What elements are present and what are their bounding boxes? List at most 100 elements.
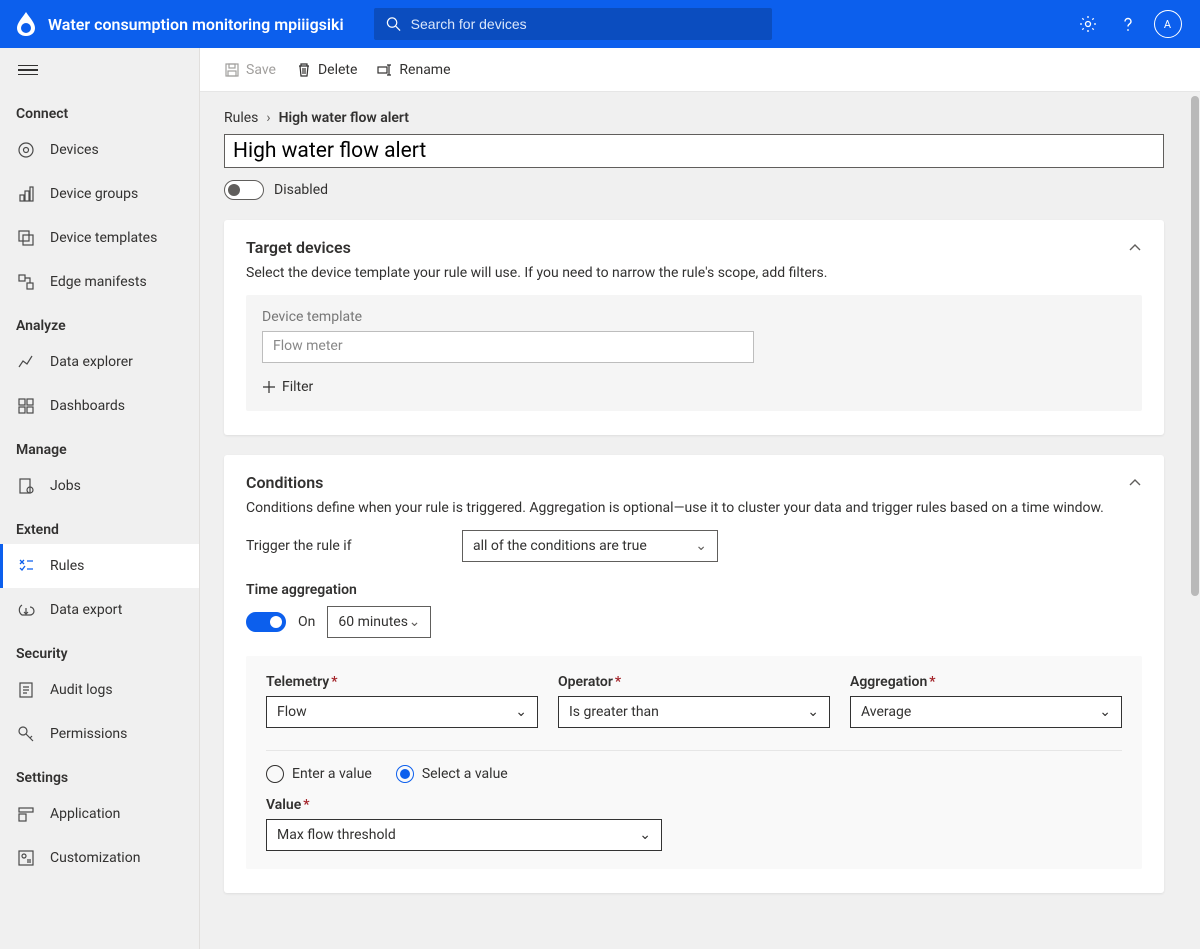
value-select[interactable]: Max flow threshold ⌄ xyxy=(266,819,662,851)
chevron-right-icon: › xyxy=(266,110,270,126)
trigger-mode-select[interactable]: all of the conditions are true ⌄ xyxy=(462,530,718,562)
dashboards-icon xyxy=(16,396,36,416)
application-icon xyxy=(16,804,36,824)
card-title: Target devices xyxy=(246,238,351,257)
sidebar-item-devices[interactable]: Devices xyxy=(0,128,199,172)
cmd-label: Delete xyxy=(318,62,357,78)
value-label: Value xyxy=(266,797,301,813)
rule-name-input[interactable] xyxy=(224,134,1164,168)
nav-section-security: Security xyxy=(0,632,199,668)
aggregation-select[interactable]: Average ⌄ xyxy=(850,696,1122,728)
sidebar-item-device-templates[interactable]: Device templates xyxy=(0,216,199,260)
nav-label: Edge manifests xyxy=(50,274,147,290)
sidebar-item-data-explorer[interactable]: Data explorer xyxy=(0,340,199,384)
customization-icon xyxy=(16,848,36,868)
nav-section-manage: Manage xyxy=(0,428,199,464)
chevron-down-icon: ⌄ xyxy=(695,538,707,554)
sidebar-item-customization[interactable]: Customization xyxy=(0,836,199,880)
data-export-icon xyxy=(16,600,36,620)
add-filter-button[interactable]: Filter xyxy=(262,379,1126,395)
select-value: Average xyxy=(861,704,911,720)
delete-icon xyxy=(296,62,312,78)
sidebar-item-application[interactable]: Application xyxy=(0,792,199,836)
enter-value-radio[interactable]: Enter a value xyxy=(266,765,372,783)
rename-button[interactable]: Rename xyxy=(377,62,450,78)
select-value: 60 minutes xyxy=(338,614,408,630)
audit-logs-icon xyxy=(16,680,36,700)
jobs-icon xyxy=(16,476,36,496)
operator-select[interactable]: Is greater than ⌄ xyxy=(558,696,830,728)
time-aggregation-toggle[interactable] xyxy=(246,612,286,632)
sidebar-item-audit-logs[interactable]: Audit logs xyxy=(0,668,199,712)
nav-label: Permissions xyxy=(50,726,127,742)
account-button[interactable]: A xyxy=(1148,0,1188,48)
sidebar-item-rules[interactable]: Rules xyxy=(0,544,199,588)
chevron-down-icon: ⌄ xyxy=(639,827,651,843)
device-template-select[interactable]: Flow meter xyxy=(262,331,754,363)
sidebar-item-edge-manifests[interactable]: Edge manifests xyxy=(0,260,199,304)
sidebar-item-dashboards[interactable]: Dashboards xyxy=(0,384,199,428)
search-icon xyxy=(386,16,401,32)
chevron-down-icon: ⌄ xyxy=(1099,704,1111,720)
conditions-card: Conditions Conditions define when your r… xyxy=(224,455,1164,893)
cmd-label: Save xyxy=(246,62,276,78)
nav-section-settings: Settings xyxy=(0,756,199,792)
select-value: Max flow threshold xyxy=(277,827,396,843)
permissions-icon xyxy=(16,724,36,744)
radio-icon xyxy=(266,765,284,783)
devices-icon xyxy=(16,140,36,160)
app-logo-icon xyxy=(12,10,40,38)
delete-button[interactable]: Delete xyxy=(296,62,357,78)
nav-label: Jobs xyxy=(50,478,81,494)
edge-manifests-icon xyxy=(16,272,36,292)
data-explorer-icon xyxy=(16,352,36,372)
filter-btn-label: Filter xyxy=(282,379,313,395)
scrollbar[interactable] xyxy=(1190,48,1200,949)
enabled-toggle-label: Disabled xyxy=(274,182,328,198)
device-template-label: Device template xyxy=(262,309,1126,325)
nav-label: Rules xyxy=(50,558,84,574)
settings-button[interactable] xyxy=(1068,0,1108,48)
telemetry-label: Telemetry xyxy=(266,674,329,690)
rules-icon xyxy=(16,556,36,576)
select-value-radio[interactable]: Select a value xyxy=(396,765,508,783)
chevron-up-icon[interactable] xyxy=(1128,476,1142,490)
radio-label: Enter a value xyxy=(292,766,372,782)
nav-label: Customization xyxy=(50,850,140,866)
plus-icon xyxy=(262,380,276,394)
time-window-select[interactable]: 60 minutes ⌄ xyxy=(327,606,431,638)
sidebar-item-device-groups[interactable]: Device groups xyxy=(0,172,199,216)
breadcrumb-root[interactable]: Rules xyxy=(224,110,258,126)
radio-label: Select a value xyxy=(422,766,508,782)
chevron-down-icon: ⌄ xyxy=(515,704,527,720)
chevron-up-icon[interactable] xyxy=(1128,241,1142,255)
help-button[interactable] xyxy=(1108,0,1148,48)
nav-label: Application xyxy=(50,806,120,822)
breadcrumb: Rules › High water flow alert xyxy=(224,110,1164,126)
search-input[interactable] xyxy=(409,15,760,33)
gear-icon xyxy=(1079,15,1097,33)
trigger-label: Trigger the rule if xyxy=(246,538,446,554)
sidebar-item-jobs[interactable]: Jobs xyxy=(0,464,199,508)
sidebar-item-permissions[interactable]: Permissions xyxy=(0,712,199,756)
device-groups-icon xyxy=(16,184,36,204)
nav-label: Data export xyxy=(50,602,122,618)
device-templates-icon xyxy=(16,228,36,248)
sidebar-item-data-export[interactable]: Data export xyxy=(0,588,199,632)
enabled-toggle[interactable] xyxy=(224,180,264,200)
sidebar: Connect Devices Device groups Device tem… xyxy=(0,48,200,949)
time-aggregation-on-label: On xyxy=(298,614,315,630)
time-aggregation-label: Time aggregation xyxy=(246,582,1142,598)
nav-label: Dashboards xyxy=(50,398,125,414)
save-button: Save xyxy=(224,62,276,78)
target-devices-card: Target devices Select the device templat… xyxy=(224,220,1164,435)
top-header: Water consumption monitoring mpiiigsiki … xyxy=(0,0,1200,48)
nav-section-analyze: Analyze xyxy=(0,304,199,340)
chevron-down-icon: ⌄ xyxy=(409,614,421,630)
aggregation-label: Aggregation xyxy=(850,674,927,690)
hamburger-button[interactable] xyxy=(18,62,38,79)
card-desc: Conditions define when your rule is trig… xyxy=(246,500,1142,516)
search-box[interactable] xyxy=(374,8,772,40)
telemetry-select[interactable]: Flow ⌄ xyxy=(266,696,538,728)
main-column: Save Delete Rename Rules › High water fl… xyxy=(200,48,1200,949)
